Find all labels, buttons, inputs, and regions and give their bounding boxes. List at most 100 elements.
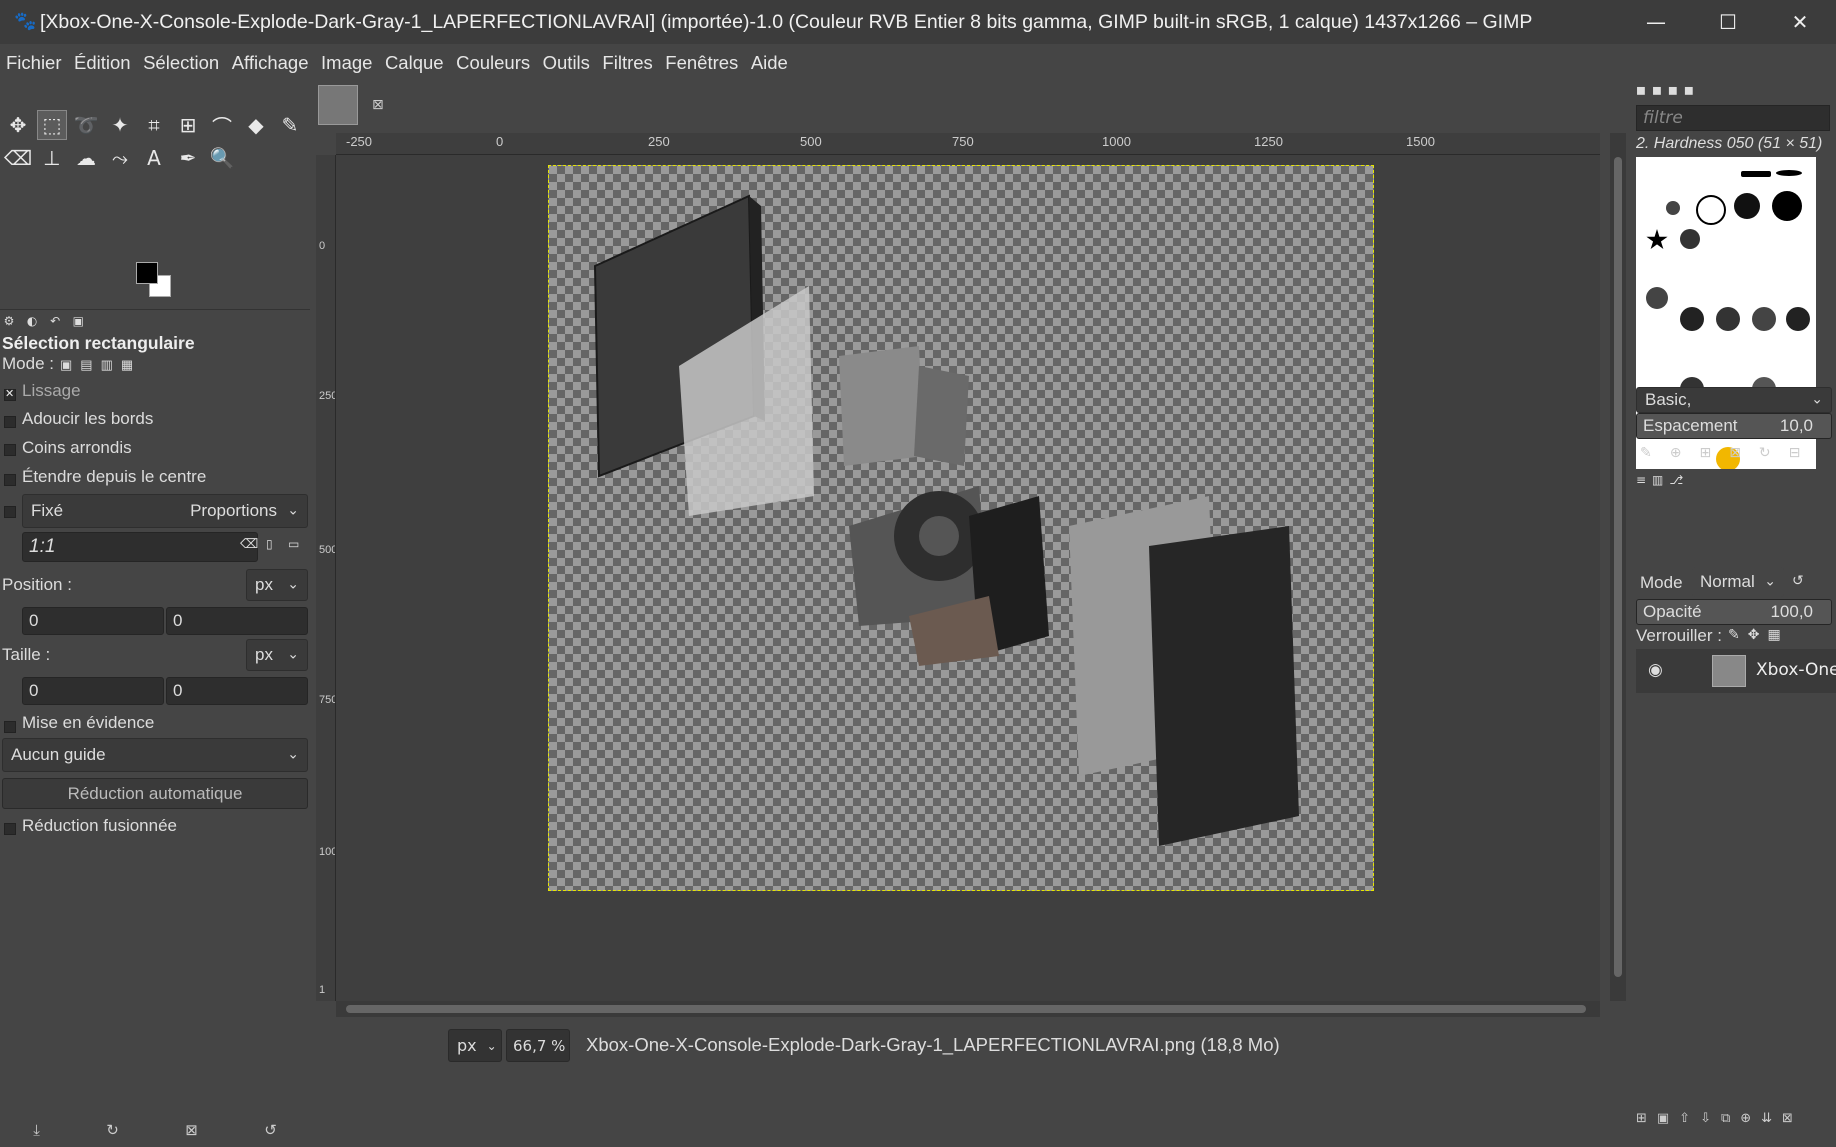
- highlight-label: Mise en évidence: [22, 713, 155, 732]
- chevron-down-icon: ⌄: [287, 501, 299, 518]
- position-unit-value: px: [255, 575, 273, 594]
- free-select-tool-icon[interactable]: ➰: [72, 111, 100, 139]
- highlight-checkbox[interactable]: [4, 721, 16, 733]
- landscape-icon[interactable]: ▭: [288, 537, 299, 551]
- status-bar: px ⌄ 66,7 % Xbox-One-X-Console-Explode-Da…: [310, 1025, 1616, 1066]
- size-width-input[interactable]: 0: [22, 677, 164, 705]
- zoom-value: 66,7 %: [513, 1036, 566, 1055]
- zoom-dropdown[interactable]: 66,7 %: [506, 1029, 570, 1062]
- image-tab-thumbnail[interactable]: [318, 85, 358, 125]
- menu-outils[interactable]: Outils: [543, 52, 590, 74]
- eye-icon[interactable]: ◉: [1648, 660, 1663, 680]
- auto-shrink-button[interactable]: Réduction automatique: [2, 778, 308, 809]
- layer-mode-reset-icon[interactable]: ↺: [1792, 573, 1804, 589]
- layer-actions[interactable]: ⊞▣⇧⇩⧉⊕⇊⊠: [1636, 1111, 1832, 1126]
- position-x-input[interactable]: 0: [22, 607, 164, 635]
- horizontal-scrollbar[interactable]: [336, 1001, 1600, 1017]
- images-tab-icon[interactable]: ▣: [69, 314, 87, 332]
- menu-calque[interactable]: Calque: [385, 52, 444, 74]
- size-height-input[interactable]: 0: [166, 677, 308, 705]
- clear-ratio-icon[interactable]: ⌫: [240, 536, 258, 552]
- brush-tag-dropdown[interactable]: Basic, ⌄: [1636, 387, 1832, 413]
- layer-mode-label: Mode: [1640, 573, 1683, 592]
- menu-selection[interactable]: Sélection: [143, 52, 219, 74]
- size-unit-value: px: [255, 645, 273, 664]
- minimize-button[interactable]: —: [1620, 0, 1692, 44]
- spacing-label: Espacement: [1643, 416, 1738, 435]
- paintbrush-tool-icon[interactable]: ✎: [276, 111, 304, 139]
- menu-edition[interactable]: Édition: [74, 52, 131, 74]
- close-tab-icon[interactable]: ⊠: [372, 97, 384, 113]
- lock-label: Verrouiller :: [1636, 626, 1722, 645]
- rounded-corners-checkbox[interactable]: [4, 444, 16, 456]
- brush-spacing-slider[interactable]: Espacement 10,0: [1636, 413, 1832, 439]
- save-preset-icon[interactable]: ⤓: [33, 1121, 40, 1139]
- image-file-info: Xbox-One-X-Console-Explode-Dark-Gray-1_L…: [586, 1034, 1280, 1055]
- layer-row[interactable]: ◉ Xbox-One-X: [1636, 649, 1836, 693]
- brush-filter-input[interactable]: filtre: [1636, 105, 1830, 131]
- foreground-color-swatch[interactable]: [136, 262, 158, 284]
- bucket-fill-tool-icon[interactable]: ◆: [242, 111, 270, 139]
- antialias-checkbox[interactable]: [4, 387, 16, 401]
- maximize-button[interactable]: ☐: [1692, 0, 1764, 44]
- paths-tool-icon[interactable]: ⤳: [106, 144, 134, 172]
- feather-checkbox[interactable]: [4, 416, 16, 428]
- eraser-tool-icon[interactable]: ⌫: [4, 144, 32, 172]
- text-tool-icon[interactable]: A: [140, 144, 168, 172]
- unit-dropdown[interactable]: px ⌄: [448, 1029, 502, 1062]
- ruler-label: 250: [319, 390, 336, 402]
- ruler-label: 0: [496, 134, 504, 149]
- vertical-scroll-thumb[interactable]: [1614, 157, 1622, 977]
- layer-opacity-slider[interactable]: Opacité 100,0: [1636, 599, 1832, 625]
- menu-fichier[interactable]: Fichier: [6, 52, 62, 74]
- aspect-ratio-input[interactable]: 1:1: [22, 532, 258, 562]
- selection-mode-icons[interactable]: ▣▤▥▦: [60, 357, 141, 373]
- position-y-input[interactable]: 0: [166, 607, 308, 635]
- canvas-area[interactable]: [336, 155, 1600, 1001]
- undo-history-tab-icon[interactable]: ↶: [46, 314, 64, 332]
- horizontal-scroll-thumb[interactable]: [346, 1005, 1586, 1013]
- device-status-tab-icon[interactable]: ◐: [23, 314, 41, 332]
- zoom-tool-icon[interactable]: 🔍: [208, 144, 236, 172]
- expand-center-checkbox[interactable]: [4, 474, 16, 486]
- position-unit-dropdown[interactable]: px ⌄: [246, 569, 308, 601]
- smudge-tool-icon[interactable]: ☁: [72, 144, 100, 172]
- shrink-merged-checkbox[interactable]: [4, 823, 16, 835]
- menu-affichage[interactable]: Affichage: [232, 52, 309, 74]
- restore-preset-icon[interactable]: ↻: [106, 1121, 119, 1139]
- chevron-down-icon: ⌄: [1764, 572, 1776, 589]
- warp-tool-icon[interactable]: ⌒: [208, 111, 236, 139]
- menu-fenetres[interactable]: Fenêtres: [665, 52, 738, 74]
- vertical-scrollbar[interactable]: [1610, 133, 1626, 1001]
- fuzzy-select-tool-icon[interactable]: ✦: [106, 111, 134, 139]
- image-canvas[interactable]: [548, 165, 1374, 891]
- portrait-icon[interactable]: ▯: [266, 537, 273, 551]
- chevron-down-icon: ⌄: [287, 745, 299, 762]
- menu-image[interactable]: Image: [321, 52, 372, 74]
- menu-aide[interactable]: Aide: [751, 52, 788, 74]
- chevron-down-icon: ⌄: [486, 1038, 497, 1053]
- layers-dock-tabs[interactable]: ≡▥⎇: [1636, 473, 1689, 487]
- clone-tool-icon[interactable]: ⊥: [38, 144, 66, 172]
- fixed-checkbox[interactable]: [4, 506, 16, 518]
- color-picker-tool-icon[interactable]: ✒: [174, 144, 202, 172]
- unified-transform-tool-icon[interactable]: ⊞: [174, 111, 202, 139]
- lock-icons[interactable]: ✎✥▦: [1728, 627, 1789, 643]
- size-unit-dropdown[interactable]: px ⌄: [246, 639, 308, 671]
- tool-options-actions: ⤓ ↻ ⊠ ↺: [0, 1113, 310, 1147]
- menu-couleurs[interactable]: Couleurs: [456, 52, 530, 74]
- layer-mode-dropdown[interactable]: Normal ⌄: [1692, 567, 1784, 597]
- guides-dropdown[interactable]: Aucun guide ⌄: [2, 738, 308, 772]
- fixed-mode-dropdown[interactable]: Fixé Proportions ⌄: [22, 494, 308, 528]
- close-button[interactable]: ✕: [1764, 0, 1836, 44]
- reset-icon[interactable]: ↺: [264, 1121, 277, 1139]
- brush-dock-tabs[interactable]: ◼◼◼◼: [1636, 83, 1700, 97]
- delete-preset-icon[interactable]: ⊠: [185, 1121, 198, 1139]
- tool-options-tab-icon[interactable]: ⚙: [0, 314, 18, 332]
- move-tool-icon[interactable]: ✥: [4, 111, 32, 139]
- crop-tool-icon[interactable]: ⌗: [140, 111, 168, 139]
- brush-actions[interactable]: ✎⊕⊞⊠↻⊟: [1640, 445, 1818, 461]
- brush-tag-value: Basic,: [1645, 390, 1692, 409]
- menu-filtres[interactable]: Filtres: [602, 52, 652, 74]
- rect-select-tool-icon[interactable]: ⬚: [37, 110, 67, 140]
